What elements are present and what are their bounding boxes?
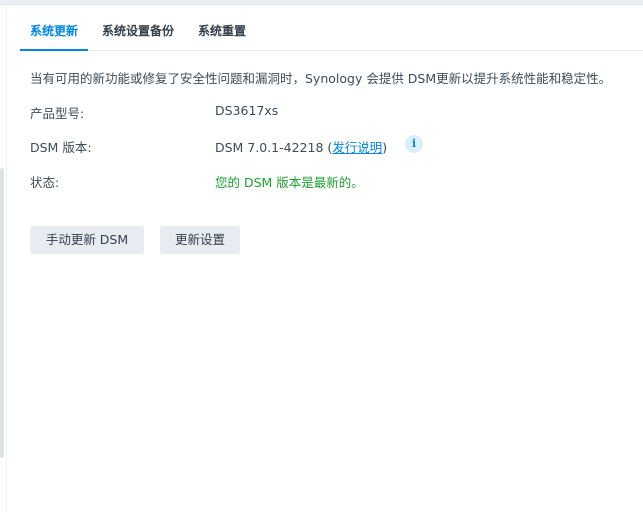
dsm-version-value-row: DSM 7.0.1-42218 (发行说明)	[215, 137, 387, 156]
update-settings-button[interactable]: 更新设置	[160, 226, 240, 254]
dsm-version-value: DSM 7.0.1-42218	[215, 140, 324, 155]
tab-system-update[interactable]: 系统更新	[20, 16, 89, 51]
paren-close: )	[382, 140, 388, 155]
top-divider	[0, 4, 643, 5]
release-notes-link[interactable]: 发行说明	[332, 140, 382, 155]
left-border	[6, 5, 7, 512]
manual-update-dsm-button[interactable]: 手动更新 DSM	[30, 226, 144, 254]
tab-config-backup[interactable]: 系统设置备份	[92, 16, 184, 49]
paren-open: (	[323, 140, 333, 155]
status-label: 状态:	[30, 175, 60, 190]
left-scrollbar[interactable]	[0, 168, 4, 458]
tab-bar: 系统更新 系统设置备份 系统重置	[20, 16, 643, 51]
dsm-version-label: DSM 版本:	[30, 140, 92, 155]
update-description: 当有可用的新功能或修复了安全性问题和漏洞时，Synology 会提供 DSM更新…	[30, 71, 612, 86]
model-label: 产品型号:	[30, 106, 85, 121]
model-value: DS3617xs	[215, 103, 279, 118]
info-icon[interactable]: i	[405, 135, 423, 153]
tab-system-reset[interactable]: 系统重置	[188, 16, 256, 49]
status-value: 您的 DSM 版本是最新的。	[215, 175, 364, 190]
